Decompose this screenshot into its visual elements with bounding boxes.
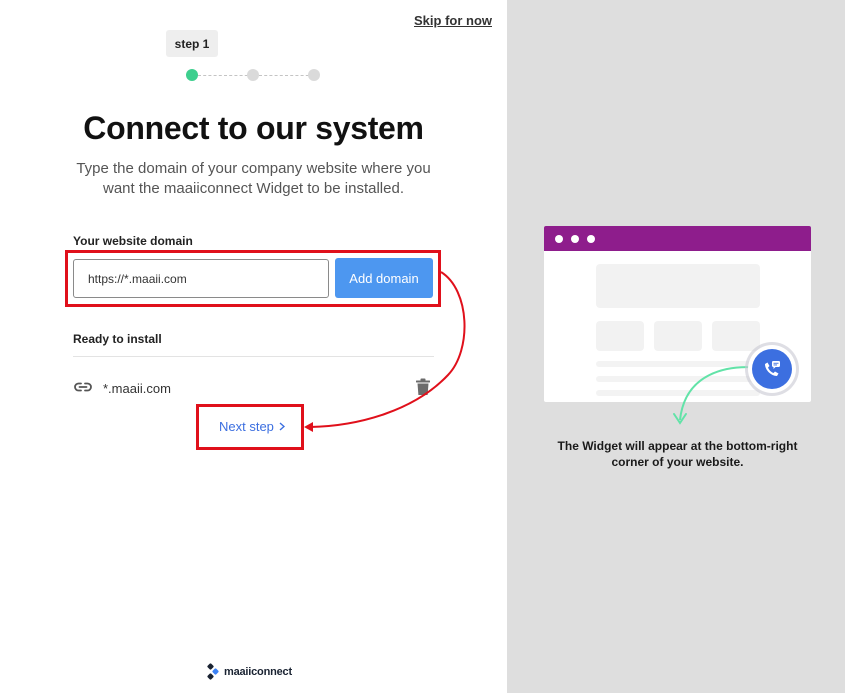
step-badge: step 1 (166, 30, 218, 57)
stepper-connector (198, 74, 253, 76)
domain-input[interactable]: https://*.maaii.com (73, 259, 329, 298)
page-subtitle: Type the domain of your company website … (76, 160, 431, 197)
browser-title-bar (544, 226, 811, 251)
logo-mark-icon (207, 663, 219, 680)
setup-panel: Skip for now step 1 Connect to our syste… (0, 0, 507, 693)
page-title: Connect to our system (83, 110, 424, 146)
list-item: *.maaii.com (73, 376, 434, 400)
installed-domain: *.maaii.com (103, 381, 171, 396)
divider (73, 356, 434, 357)
window-dot (555, 235, 563, 243)
step-dot-1 (186, 69, 198, 81)
skeleton-card (712, 321, 760, 351)
next-step-label: Next step (219, 419, 274, 434)
window-dot (571, 235, 579, 243)
annotation-arrow (304, 271, 466, 432)
domain-field-label: Your website domain (73, 234, 193, 248)
stepper-connector (259, 74, 314, 76)
phone-chat-icon (765, 361, 780, 376)
step-dot-2 (247, 69, 259, 81)
trash-icon[interactable] (415, 378, 431, 396)
window-dot (587, 235, 595, 243)
preview-caption: The Widget will appear at the bottom-rig… (557, 439, 798, 469)
skip-for-now-link[interactable]: Skip for now (414, 13, 492, 28)
link-icon (73, 379, 93, 395)
chevron-right-icon (279, 419, 285, 434)
add-domain-button[interactable]: Add domain (335, 258, 433, 298)
skeleton-banner (596, 264, 760, 308)
skeleton-card (654, 321, 702, 351)
step-progress (186, 69, 320, 81)
next-step-link[interactable]: Next step (219, 419, 285, 434)
step-dot-3 (308, 69, 320, 81)
ready-to-install-label: Ready to install (73, 332, 162, 346)
skeleton-card (596, 321, 644, 351)
maaiiconnect-logo: maaiiconnect (206, 662, 292, 682)
logo-text: maaiiconnect (224, 666, 292, 678)
chat-widget-button (748, 345, 796, 393)
